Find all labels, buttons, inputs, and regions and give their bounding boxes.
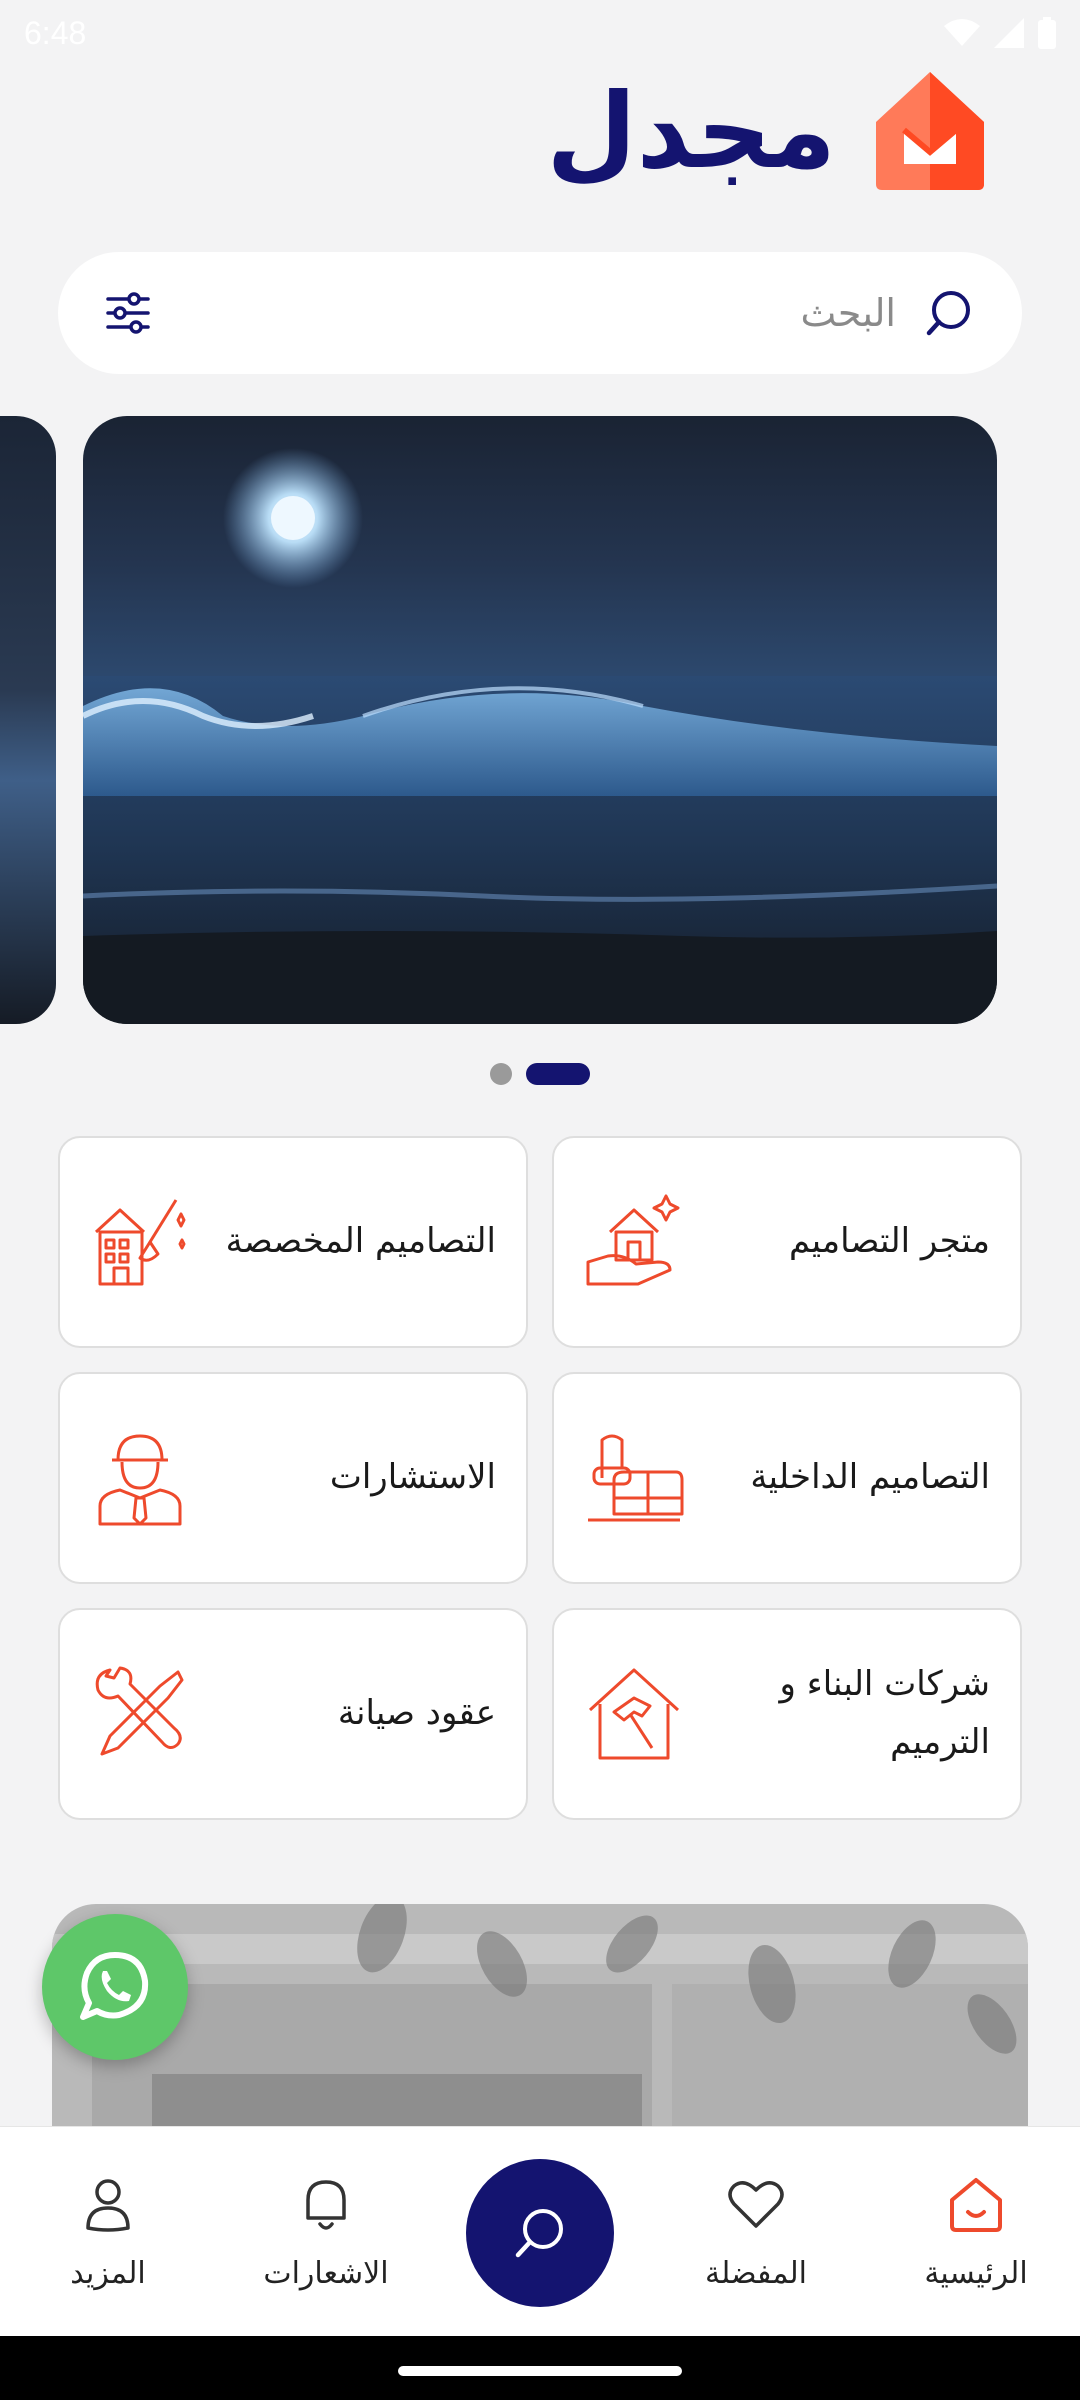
- nav-home[interactable]: الرئيسية: [876, 2127, 1076, 2337]
- heart-icon: [728, 2180, 784, 2228]
- carousel-dot[interactable]: [490, 1063, 512, 1085]
- nav-notifications-label: الاشعارات: [263, 2255, 389, 2291]
- home-gesture-bar[interactable]: [398, 2366, 682, 2376]
- whatsapp-icon: [80, 1952, 149, 2020]
- wrench-screwdriver-icon: [95, 1666, 184, 1756]
- bottom-navigation: الرئيسية المفضلة الاشعارات المزيد: [0, 2126, 1080, 2336]
- battery-icon: [1038, 17, 1056, 49]
- service-label: الاستشارات: [329, 1457, 496, 1498]
- carousel-indicator: [0, 1062, 1080, 1086]
- nav-favorites-label: المفضلة: [704, 2255, 808, 2291]
- carousel-slide-previous[interactable]: [0, 416, 56, 1024]
- banner-carousel[interactable]: [0, 416, 1080, 1024]
- carousel-dot-active[interactable]: [526, 1063, 590, 1085]
- status-bar: 6:48: [0, 0, 1080, 66]
- search-input[interactable]: البحث: [152, 291, 924, 335]
- signal-icon: [994, 18, 1024, 48]
- home-icon: [950, 2177, 1002, 2232]
- house-hammer-icon: [588, 1668, 680, 1760]
- nav-more-label: المزيد: [70, 2255, 146, 2291]
- bell-icon: [306, 2179, 346, 2230]
- service-label: متجر التصاميم: [789, 1221, 990, 1262]
- carousel-slide-ocean[interactable]: [83, 416, 997, 1024]
- nav-favorites[interactable]: المفضلة: [656, 2127, 856, 2337]
- service-card-custom-designs[interactable]: التصاميم المخصصة: [58, 1136, 528, 1348]
- nav-notifications[interactable]: الاشعارات: [226, 2127, 426, 2337]
- services-grid: التصاميم المخصصة متجر التصاميم الاستشارا…: [58, 1136, 1022, 1820]
- nav-search-button[interactable]: [466, 2159, 614, 2307]
- service-card-interior-designs[interactable]: التصاميم الداخلية: [552, 1372, 1022, 1584]
- brand-header: مجدل: [546, 66, 984, 196]
- nav-home-label: الرئيسية: [924, 2255, 1028, 2291]
- service-label: التصاميم الداخلية: [750, 1457, 990, 1498]
- sofa-icon: [588, 1434, 684, 1522]
- service-card-maintenance-contracts[interactable]: عقود صيانة: [58, 1608, 528, 1820]
- user-icon: [86, 2178, 130, 2232]
- filter-icon[interactable]: [104, 289, 152, 337]
- status-icons: [944, 17, 1056, 49]
- service-label: شركات البناء و الترميم: [779, 1664, 990, 1762]
- service-label: التصاميم المخصصة: [225, 1221, 496, 1262]
- engineer-icon: [98, 1434, 182, 1526]
- nav-more[interactable]: المزيد: [8, 2127, 208, 2337]
- service-card-consultations[interactable]: الاستشارات: [58, 1372, 528, 1584]
- search-bar[interactable]: البحث: [58, 252, 1022, 374]
- search-icon: [926, 291, 970, 336]
- building-brush-icon: [94, 1199, 186, 1286]
- house-logo-icon: [876, 72, 984, 190]
- ocean-moon-image: [83, 416, 997, 1024]
- house-hand-icon: [586, 1194, 680, 1286]
- status-time: 6:48: [24, 14, 87, 51]
- service-card-construction-companies[interactable]: شركات البناء و الترميم: [552, 1608, 1022, 1820]
- brand-title: مجدل: [546, 70, 838, 192]
- search-icon: [515, 2209, 563, 2258]
- wifi-icon: [944, 19, 980, 46]
- service-card-design-store[interactable]: متجر التصاميم: [552, 1136, 1022, 1348]
- system-navigation-bar: [0, 2336, 1080, 2400]
- service-label: عقود صيانة: [337, 1693, 496, 1734]
- whatsapp-button[interactable]: [42, 1914, 188, 2060]
